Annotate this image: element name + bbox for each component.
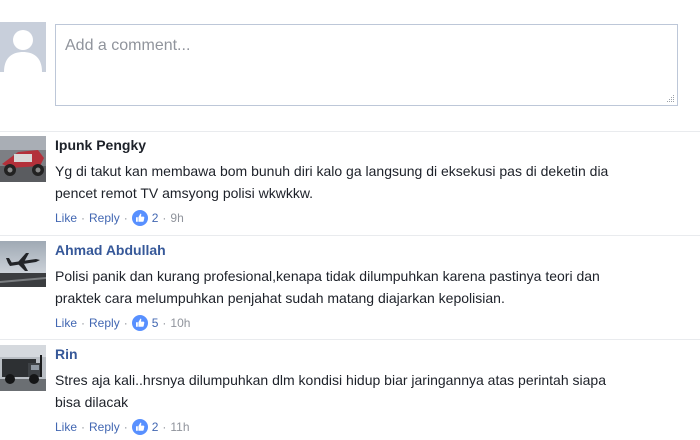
motorcycle-photo-icon: [0, 136, 46, 182]
airplane-photo-icon: [0, 241, 46, 287]
comment-composer: [0, 22, 700, 110]
comment-input[interactable]: [56, 25, 677, 105]
comment-item: Ahmad Abdullah Polisi panik dan kurang p…: [0, 215, 700, 331]
comment-line: pencet remot TV amsyong polisi wkwkkw.: [55, 185, 314, 201]
comment-text: Yg di takut kan membawa bom bunuh diri k…: [55, 160, 685, 204]
separator: ·: [162, 420, 167, 434]
divider: [0, 131, 700, 132]
comment-line: Yg di takut kan membawa bom bunuh diri k…: [55, 163, 609, 179]
like-link[interactable]: Like: [55, 420, 77, 434]
separator: ·: [81, 420, 86, 434]
comment-text: Stres aja kali..hrsnya dilumpuhkan dlm k…: [55, 369, 685, 413]
like-reaction-icon[interactable]: [131, 419, 148, 435]
avatar: [0, 22, 46, 72]
avatar[interactable]: [0, 136, 46, 182]
comment-line: Polisi panik dan kurang profesional,kena…: [55, 268, 600, 284]
comment-timestamp[interactable]: 11h: [170, 420, 189, 434]
divider: [0, 235, 700, 236]
avatar[interactable]: [0, 345, 46, 391]
truck-photo-icon: [0, 345, 46, 391]
comment-text: Polisi panik dan kurang profesional,kena…: [55, 265, 685, 309]
comment-author[interactable]: Ipunk Pengky: [55, 137, 146, 153]
reply-link[interactable]: Reply: [89, 420, 120, 434]
comments-plugin: Ipunk Pengky Yg di takut kan membawa bom…: [0, 0, 700, 440]
avatar[interactable]: [0, 241, 46, 287]
comment-line: Stres aja kali..hrsnya dilumpuhkan dlm k…: [55, 372, 606, 388]
comment-author[interactable]: Ahmad Abdullah: [55, 242, 166, 258]
comment-line: praktek cara melumpuhkan penjahat sudah …: [55, 290, 505, 306]
resize-grip-icon[interactable]: [667, 95, 675, 103]
comment-line: bisa dilacak: [55, 394, 129, 410]
comment-item: Rin Stres aja kali..hrsnya dilumpuhkan d…: [0, 319, 700, 435]
reaction-count[interactable]: 2: [152, 420, 159, 434]
comment-author[interactable]: Rin: [55, 346, 78, 362]
comment-box: [55, 24, 678, 106]
default-avatar-icon: [0, 22, 46, 72]
comment-actions: Like · Reply · 2 · 11h: [55, 419, 190, 435]
separator: ·: [123, 420, 128, 434]
comment-item: Ipunk Pengky Yg di takut kan membawa bom…: [0, 110, 700, 226]
divider: [0, 339, 700, 340]
